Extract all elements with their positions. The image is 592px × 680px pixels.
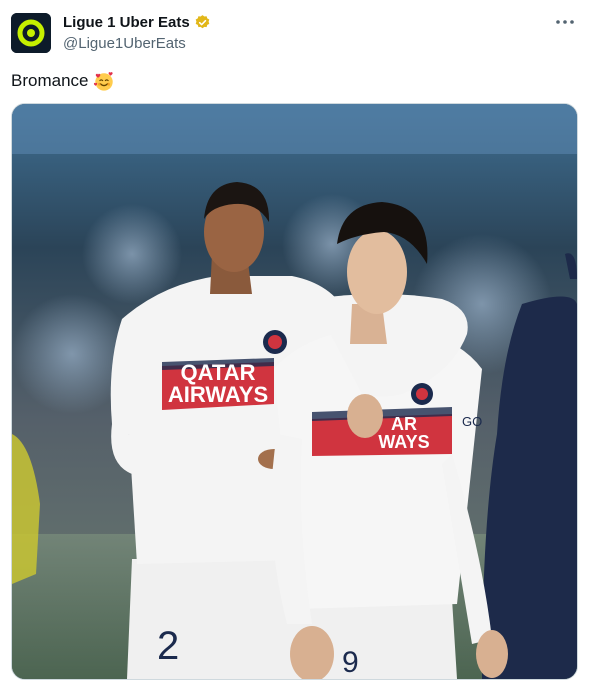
players-photo: QATAR AIRWAYS 2 AR WAYS 9 GO [12,104,577,679]
smiling-face-with-hearts-icon [94,72,114,91]
verified-badge-icon [195,15,210,29]
more-options-icon[interactable] [554,14,576,30]
sponsor-text-left: QATAR AIRWAYS [168,360,268,407]
author-name-row: Ligue 1 Uber Eats [63,14,211,31]
account-avatar[interactable] [11,13,51,53]
tweet-photo[interactable]: QATAR AIRWAYS 2 AR WAYS 9 GO [11,103,578,680]
tweet-text-body: Bromance [11,71,89,90]
shorts-number-left: 2 [157,624,179,668]
shorts-number-right: 9 [342,646,359,679]
author-handle[interactable]: @Ligue1UberEats [63,35,186,52]
sleeve-text: GO [462,414,482,429]
tweet-text: Bromance [11,70,115,92]
author-display-name[interactable]: Ligue 1 Uber Eats [63,14,190,31]
ligue1-logo-icon [11,13,51,53]
